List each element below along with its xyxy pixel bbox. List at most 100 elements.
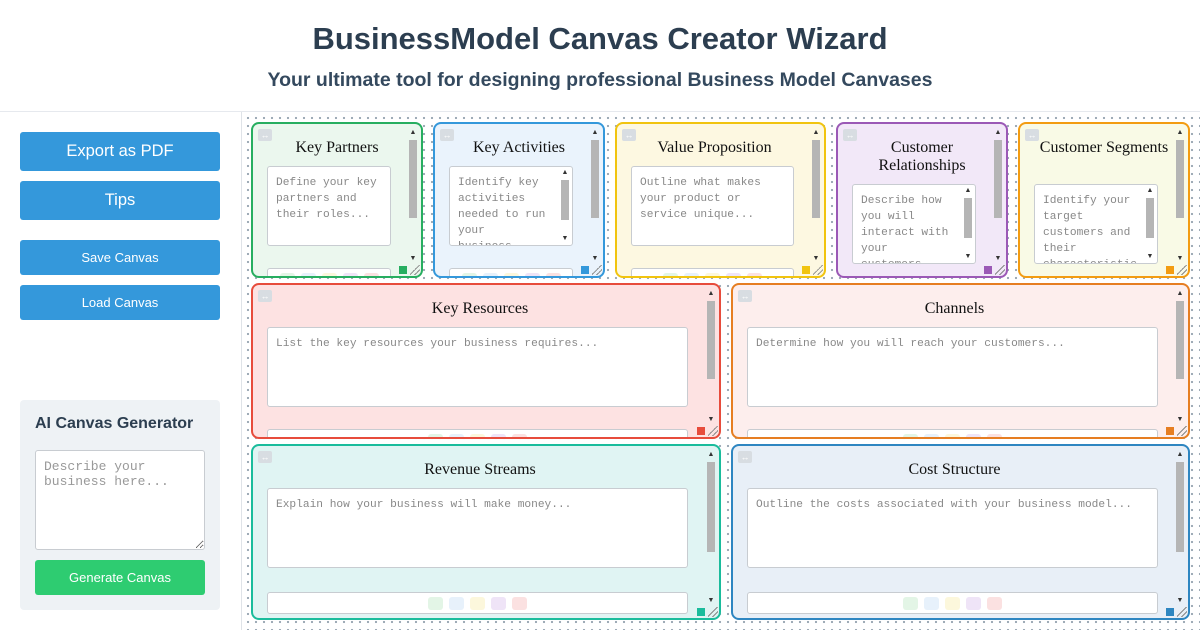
color-swatch[interactable] [491, 434, 506, 437]
scroll-down-icon[interactable]: ▼ [1175, 596, 1185, 606]
scroll-down-icon[interactable]: ▼ [811, 254, 821, 264]
scroll-down-icon[interactable]: ▼ [1175, 254, 1185, 264]
color-swatch[interactable] [428, 597, 443, 610]
color-swatch[interactable] [663, 273, 678, 276]
scroll-down-icon[interactable]: ▼ [1175, 415, 1185, 425]
scroll-thumb[interactable] [994, 140, 1002, 218]
save-canvas-button[interactable]: Save Canvas [20, 240, 220, 275]
block-scrollbar[interactable]: ▲ ▼ [1175, 128, 1185, 264]
color-swatch[interactable] [987, 597, 1002, 610]
color-swatch[interactable] [363, 273, 379, 276]
key-partners-input[interactable] [267, 166, 391, 246]
block-scrollbar[interactable]: ▲ ▼ [811, 128, 821, 264]
block-scrollbar[interactable]: ▲ ▼ [1175, 450, 1185, 606]
scroll-thumb[interactable] [591, 140, 599, 218]
color-swatch[interactable] [449, 597, 464, 610]
scroll-thumb[interactable] [707, 301, 715, 379]
color-swatch[interactable] [705, 273, 720, 276]
textarea-scrollbar[interactable]: ▲ ▼ [963, 186, 973, 262]
resize-handle-icon[interactable] [410, 265, 420, 275]
scroll-down-icon[interactable]: ▼ [1145, 252, 1155, 262]
color-swatch[interactable] [321, 273, 337, 276]
textarea-scrollbar[interactable]: ▲ ▼ [1145, 186, 1155, 262]
scroll-up-icon[interactable]: ▲ [408, 128, 418, 138]
resize-handle-icon[interactable] [1177, 265, 1187, 275]
resize-handle-icon[interactable] [592, 265, 602, 275]
color-swatch[interactable] [279, 273, 295, 276]
scroll-thumb[interactable] [1176, 140, 1184, 218]
color-swatch[interactable] [470, 597, 485, 610]
scroll-thumb[interactable] [1176, 462, 1184, 552]
color-swatch[interactable] [300, 273, 316, 276]
color-swatch[interactable] [461, 273, 477, 276]
color-swatch[interactable] [512, 597, 527, 610]
scroll-down-icon[interactable]: ▼ [408, 254, 418, 264]
scroll-down-icon[interactable]: ▼ [590, 254, 600, 264]
color-swatch[interactable] [966, 434, 981, 437]
scroll-up-icon[interactable]: ▲ [1175, 289, 1185, 299]
business-description-input[interactable] [35, 450, 205, 550]
textarea-scrollbar[interactable]: ▲ ▼ [560, 168, 570, 244]
color-swatch[interactable] [924, 597, 939, 610]
block-scrollbar[interactable]: ▲ ▼ [706, 289, 716, 425]
key-activities-input[interactable] [449, 166, 573, 246]
block-scrollbar[interactable]: ▲ ▼ [706, 450, 716, 606]
color-swatch[interactable] [545, 273, 561, 276]
block-scrollbar[interactable]: ▲ ▼ [993, 128, 1003, 264]
export-pdf-button[interactable]: Export as PDF [20, 132, 220, 171]
scroll-thumb[interactable] [707, 462, 715, 552]
scroll-up-icon[interactable]: ▲ [590, 128, 600, 138]
scroll-thumb[interactable] [561, 180, 569, 220]
color-swatch[interactable] [482, 273, 498, 276]
resize-handle-icon[interactable] [995, 265, 1005, 275]
scroll-up-icon[interactable]: ▲ [706, 289, 716, 299]
resize-handle-icon[interactable] [813, 265, 823, 275]
scroll-down-icon[interactable]: ▼ [963, 252, 973, 262]
scroll-thumb[interactable] [1176, 301, 1184, 379]
color-swatch[interactable] [987, 434, 1002, 437]
block-scrollbar[interactable]: ▲ ▼ [590, 128, 600, 264]
color-swatch[interactable] [428, 434, 443, 437]
value-proposition-input[interactable] [631, 166, 794, 246]
resize-handle-icon[interactable] [708, 607, 718, 617]
cost-structure-input[interactable] [747, 488, 1158, 568]
channels-input[interactable] [747, 327, 1158, 407]
color-swatch[interactable] [747, 273, 762, 276]
scroll-up-icon[interactable]: ▲ [1175, 128, 1185, 138]
resize-handle-icon[interactable] [1177, 607, 1187, 617]
color-swatch[interactable] [924, 434, 939, 437]
generate-canvas-button[interactable]: Generate Canvas [35, 560, 205, 595]
scroll-down-icon[interactable]: ▼ [706, 415, 716, 425]
customer-relationships-input[interactable] [852, 184, 976, 264]
scroll-down-icon[interactable]: ▼ [993, 254, 1003, 264]
resize-handle-icon[interactable] [708, 426, 718, 436]
revenue-streams-input[interactable] [267, 488, 688, 568]
color-swatch[interactable] [524, 273, 540, 276]
customer-segments-input[interactable] [1034, 184, 1158, 264]
resize-handle-icon[interactable] [1177, 426, 1187, 436]
scroll-thumb[interactable] [409, 140, 417, 218]
scroll-up-icon[interactable]: ▲ [706, 450, 716, 460]
scroll-up-icon[interactable]: ▲ [1175, 450, 1185, 460]
scroll-up-icon[interactable]: ▲ [1145, 186, 1155, 196]
scroll-down-icon[interactable]: ▼ [706, 596, 716, 606]
scroll-down-icon[interactable]: ▼ [560, 234, 570, 244]
color-swatch[interactable] [945, 434, 960, 437]
block-scrollbar[interactable]: ▲ ▼ [1175, 289, 1185, 425]
color-swatch[interactable] [449, 434, 464, 437]
key-resources-input[interactable] [267, 327, 688, 407]
color-swatch[interactable] [966, 597, 981, 610]
color-swatch[interactable] [903, 434, 918, 437]
color-swatch[interactable] [945, 597, 960, 610]
color-swatch[interactable] [903, 597, 918, 610]
scroll-thumb[interactable] [964, 198, 972, 238]
tips-button[interactable]: Tips [20, 181, 220, 220]
color-swatch[interactable] [512, 434, 527, 437]
scroll-up-icon[interactable]: ▲ [993, 128, 1003, 138]
block-scrollbar[interactable]: ▲ ▼ [408, 128, 418, 264]
color-swatch[interactable] [726, 273, 741, 276]
scroll-thumb[interactable] [812, 140, 820, 218]
scroll-up-icon[interactable]: ▲ [811, 128, 821, 138]
load-canvas-button[interactable]: Load Canvas [20, 285, 220, 320]
scroll-up-icon[interactable]: ▲ [963, 186, 973, 196]
